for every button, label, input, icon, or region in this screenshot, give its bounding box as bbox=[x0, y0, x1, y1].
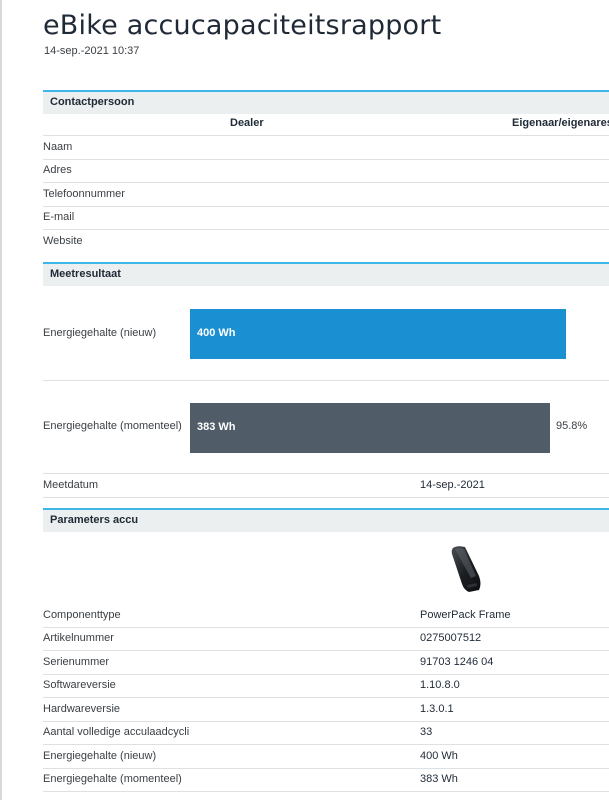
param-label-serial-number: Serienummer bbox=[43, 656, 110, 668]
param-value-energy-current: 383 Wh bbox=[420, 773, 458, 785]
report-datetime: 14-sep.-2021 10:37 bbox=[44, 45, 140, 57]
param-value-charge-cycles: 33 bbox=[420, 726, 433, 738]
energy-current-percent: 95.8% bbox=[556, 420, 588, 432]
contact-header-row bbox=[43, 113, 609, 136]
measurement-date-value: 14-sep.-2021 bbox=[420, 479, 485, 491]
parameters-section-header: Parameters accu bbox=[43, 508, 609, 532]
param-row-energy-new: Energiegehalte (nieuw) 400 Wh bbox=[43, 746, 609, 769]
param-label-article-number: Artikelnummer bbox=[43, 632, 114, 644]
param-label-hardware-version: Hardwareversie bbox=[43, 703, 121, 715]
measurement-section-title: Meetresultaat bbox=[50, 268, 121, 280]
param-value-software-version: 1.10.8.0 bbox=[420, 679, 460, 691]
report-title: eBike accucapaciteitsrapport bbox=[43, 10, 442, 41]
energy-new-row: Energiegehalte (nieuw) 400 Wh bbox=[43, 286, 609, 381]
contact-label-email: E-mail bbox=[43, 211, 75, 223]
param-label-software-version: Softwareversie bbox=[43, 679, 116, 691]
contact-section-title: Contactpersoon bbox=[50, 96, 135, 108]
param-row-hardware-version: Hardwareversie 1.3.0.1 bbox=[43, 699, 609, 722]
energy-current-value: 383 Wh bbox=[197, 421, 236, 433]
param-label-energy-current: Energiegehalte (momenteel) bbox=[43, 773, 182, 785]
energy-current-track: 383 Wh bbox=[190, 403, 566, 453]
parameters-section-title: Parameters accu bbox=[50, 514, 139, 526]
param-row-serial-number: Serienummer 91703 1246 04 bbox=[43, 652, 609, 675]
energy-new-value: 400 Wh bbox=[197, 327, 236, 339]
param-label-component-type: Componenttype bbox=[43, 609, 121, 621]
param-label-energy-new: Energiegehalte (nieuw) bbox=[43, 750, 157, 762]
energy-current-label: Energiegehalte (momenteel) bbox=[43, 420, 182, 432]
measurement-date-row: Meetdatum 14-sep.-2021 bbox=[43, 475, 609, 498]
contact-label-phone: Telefoonnummer bbox=[43, 188, 125, 200]
battery-pack-icon bbox=[449, 544, 491, 594]
param-label-charge-cycles: Aantal volledige acculaadcycli bbox=[43, 726, 190, 738]
energy-new-track: 400 Wh bbox=[190, 309, 566, 359]
contact-label-name: Naam bbox=[43, 141, 73, 153]
contact-section-header: Contactpersoon bbox=[43, 90, 609, 114]
param-row-article-number: Artikelnummer 0275007512 bbox=[43, 628, 609, 651]
contact-row-name: Naam bbox=[43, 137, 609, 160]
param-value-serial-number: 91703 1246 04 bbox=[420, 656, 494, 668]
measurement-section-header: Meetresultaat bbox=[43, 262, 609, 286]
contact-row-email: E-mail bbox=[43, 207, 609, 230]
measurement-date-label: Meetdatum bbox=[43, 479, 99, 491]
energy-new-bar: 400 Wh bbox=[190, 309, 566, 359]
param-value-article-number: 0275007512 bbox=[420, 632, 482, 644]
param-value-component-type: PowerPack Frame bbox=[420, 609, 511, 621]
param-row-component-type: Componenttype PowerPack Frame bbox=[43, 605, 609, 628]
contact-label-website: Website bbox=[43, 235, 83, 247]
contact-row-website: Website bbox=[43, 231, 609, 254]
contact-label-address: Adres bbox=[43, 164, 72, 176]
energy-current-bar: 383 Wh bbox=[190, 403, 551, 453]
param-row-charge-cycles: Aantal volledige acculaadcycli 33 bbox=[43, 722, 609, 745]
param-row-software-version: Softwareversie 1.10.8.0 bbox=[43, 675, 609, 698]
param-value-hardware-version: 1.3.0.1 bbox=[420, 703, 454, 715]
contact-row-address: Adres bbox=[43, 160, 609, 183]
energy-current-row: Energiegehalte (momenteel) 383 Wh 95.8% bbox=[43, 381, 609, 474]
contact-row-phone: Telefoonnummer bbox=[43, 184, 609, 207]
param-value-energy-new: 400 Wh bbox=[420, 750, 458, 762]
param-row-energy-current: Energiegehalte (momenteel) 383 Wh bbox=[43, 769, 609, 792]
energy-new-label: Energiegehalte (nieuw) bbox=[43, 327, 157, 339]
page-left-border bbox=[0, 0, 2, 800]
